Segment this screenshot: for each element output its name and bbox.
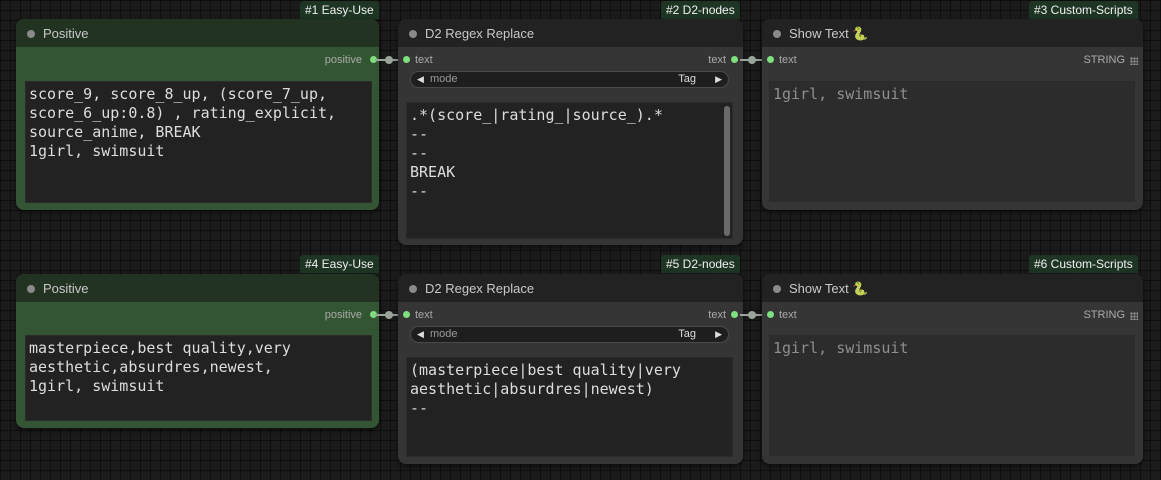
- node-badge: #5 D2-nodes: [661, 255, 740, 273]
- input-label: text: [779, 309, 797, 321]
- prompt-textarea[interactable]: score_9, score_8_up, (score_7_up, score_…: [25, 81, 372, 203]
- arrow-left-icon[interactable]: ◀: [417, 74, 424, 85]
- arrow-right-icon[interactable]: ▶: [715, 329, 722, 340]
- combo-label: mode: [430, 73, 458, 85]
- node-badge: #3 Custom-Scripts: [1029, 1, 1138, 19]
- input-slot-dot[interactable]: [767, 311, 774, 318]
- node-title: D2 Regex Replace: [425, 281, 535, 296]
- grid-icon[interactable]: [1130, 312, 1138, 320]
- collapse-dot-icon[interactable]: [773, 30, 781, 38]
- collapse-dot-icon[interactable]: [27, 30, 35, 38]
- node-regex-replace-2[interactable]: D2 Regex Replace text text ◀ mode Tag ▶ …: [398, 19, 743, 245]
- output-label: positive: [324, 309, 362, 321]
- node-badge: #2 D2-nodes: [661, 1, 740, 19]
- collapse-dot-icon[interactable]: [409, 30, 417, 38]
- node-title: Positive: [43, 26, 89, 41]
- collapse-dot-icon[interactable]: [773, 285, 781, 293]
- node-header[interactable]: Show Text 🐍: [762, 274, 1143, 302]
- node-header[interactable]: Positive: [16, 19, 379, 47]
- node-positive-4[interactable]: Positive positive masterpiece,best quali…: [16, 274, 379, 428]
- node-positive-1[interactable]: Positive positive score_9, score_8_up, (…: [16, 19, 379, 210]
- scrollbar[interactable]: [724, 106, 730, 236]
- node-title: Show Text 🐍: [789, 26, 869, 41]
- output-textarea[interactable]: 1girl, swimsuit: [769, 81, 1135, 202]
- node-show-text-6[interactable]: Show Text 🐍 text STRING 1girl, swimsuit: [762, 274, 1143, 464]
- regex-textarea[interactable]: (masterpiece|best quality|very aesthetic…: [406, 357, 733, 457]
- node-title: Show Text 🐍: [789, 281, 869, 296]
- combo-value: Tag: [678, 73, 696, 85]
- arrow-right-icon[interactable]: ▶: [715, 74, 722, 85]
- input-label: text: [779, 54, 797, 66]
- regex-textarea[interactable]: .*(score_|rating_|source_).* -- -- BREAK…: [406, 102, 733, 239]
- output-label: text: [708, 309, 726, 321]
- output-slot-dot[interactable]: [731, 56, 738, 63]
- grid-icon[interactable]: [1130, 57, 1138, 65]
- node-badge: #1 Easy-Use: [300, 1, 379, 19]
- collapse-dot-icon[interactable]: [27, 285, 35, 293]
- link-midpoint-dot[interactable]: [748, 56, 756, 64]
- node-badge: #4 Easy-Use: [300, 255, 379, 273]
- input-label: text: [415, 54, 433, 66]
- node-badge: #6 Custom-Scripts: [1029, 255, 1138, 273]
- node-title: Positive: [43, 281, 89, 296]
- arrow-left-icon[interactable]: ◀: [417, 329, 424, 340]
- link-midpoint-dot[interactable]: [748, 311, 756, 319]
- node-header[interactable]: D2 Regex Replace: [398, 274, 743, 302]
- node-regex-replace-5[interactable]: D2 Regex Replace text text ◀ mode Tag ▶ …: [398, 274, 743, 464]
- mode-combo[interactable]: ◀ mode Tag ▶: [410, 326, 729, 343]
- node-header[interactable]: Show Text 🐍: [762, 19, 1143, 47]
- link-midpoint-dot[interactable]: [385, 311, 393, 319]
- input-label: text: [415, 309, 433, 321]
- output-textarea[interactable]: 1girl, swimsuit: [769, 335, 1135, 456]
- input-slot-dot[interactable]: [767, 56, 774, 63]
- prompt-textarea[interactable]: masterpiece,best quality,very aesthetic,…: [25, 335, 372, 421]
- output-label: text: [708, 54, 726, 66]
- input-slot-dot[interactable]: [403, 311, 410, 318]
- output-label: STRING: [1083, 54, 1125, 66]
- combo-label: mode: [430, 328, 458, 340]
- output-slot-dot[interactable]: [731, 311, 738, 318]
- combo-value: Tag: [678, 328, 696, 340]
- input-slot-dot[interactable]: [403, 56, 410, 63]
- output-label: STRING: [1083, 309, 1125, 321]
- node-header[interactable]: D2 Regex Replace: [398, 19, 743, 47]
- link-midpoint-dot[interactable]: [385, 56, 393, 64]
- output-label: positive: [324, 54, 362, 66]
- node-header[interactable]: Positive: [16, 274, 379, 302]
- node-title: D2 Regex Replace: [425, 26, 535, 41]
- node-show-text-3[interactable]: Show Text 🐍 text STRING 1girl, swimsuit: [762, 19, 1143, 210]
- mode-combo[interactable]: ◀ mode Tag ▶: [410, 71, 729, 88]
- collapse-dot-icon[interactable]: [409, 285, 417, 293]
